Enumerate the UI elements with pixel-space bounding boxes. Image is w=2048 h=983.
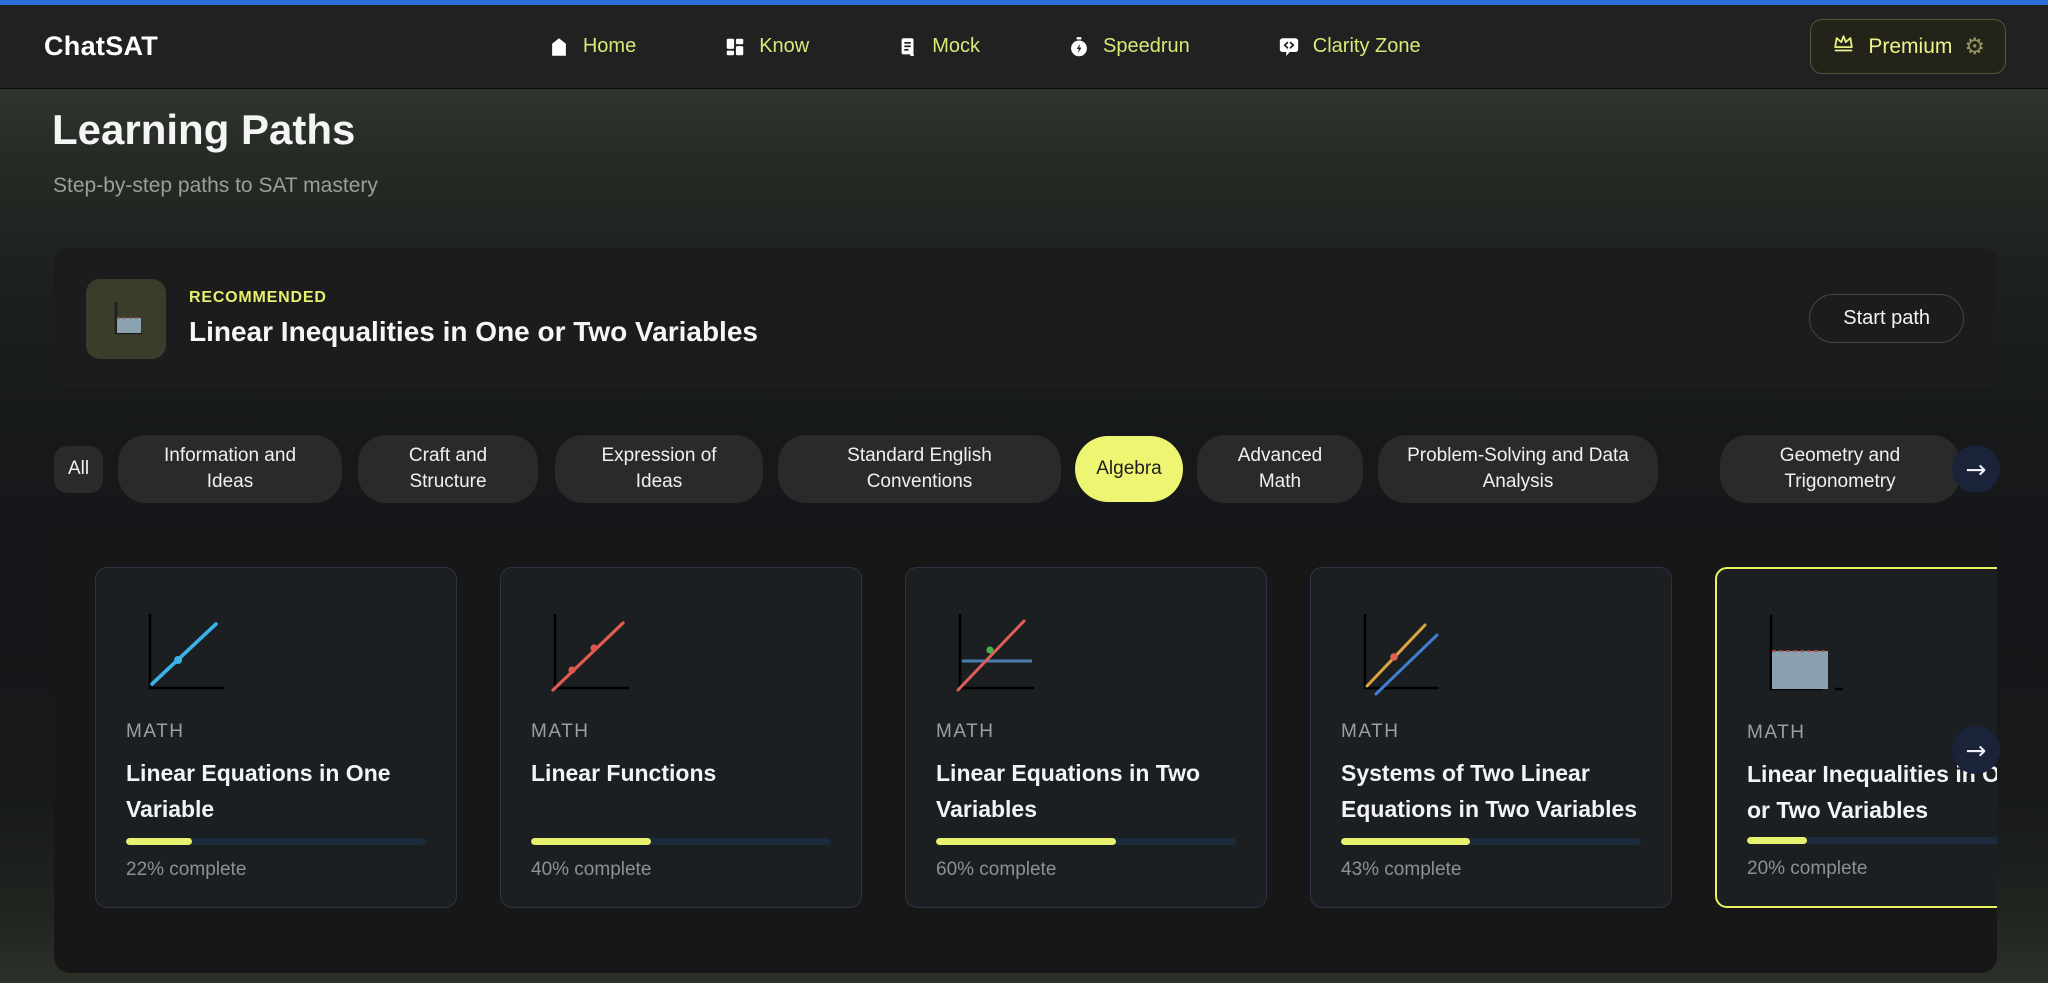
line-chart-red-icon (541, 606, 641, 701)
progress-section: 60% complete (936, 838, 1236, 881)
progress-fill (1341, 838, 1470, 845)
premium-label: Premium (1868, 35, 1952, 59)
arrow-right-icon: → (1966, 736, 1987, 765)
nav-item-label: Speedrun (1103, 35, 1190, 58)
filter-chip-standard-english-conventions[interactable]: Standard English Conventions (778, 435, 1061, 503)
paths-panel: MATH Linear Equations in One Variable 22… (54, 527, 1997, 973)
recommended-eyebrow: RECOMMENDED (189, 289, 758, 307)
card-subject: MATH (936, 721, 1236, 743)
nav-item-label: Clarity Zone (1313, 35, 1421, 58)
card-title: Linear Functions (531, 755, 831, 791)
recommended-banner: RECOMMENDED Linear Inequalities in One o… (54, 248, 1997, 389)
grid-icon (724, 36, 746, 58)
receipt-icon (897, 36, 919, 58)
line-chart-blue-icon (136, 606, 236, 701)
nav-item-mock[interactable]: Mock (897, 35, 980, 58)
progress-section: 22% complete (126, 838, 426, 881)
progress-label: 20% complete (1747, 858, 1997, 880)
brand-logo: ChatSAT (44, 31, 158, 62)
path-card-systems-two-linear-equations[interactable]: MATH Systems of Two Linear Equations in … (1310, 567, 1672, 908)
progress-fill (531, 838, 651, 845)
chips-scroll-right-button[interactable]: → (1952, 445, 2000, 493)
progress-section: 20% complete (1747, 837, 1997, 880)
chat-code-icon (1278, 36, 1300, 58)
nav-item-label: Mock (932, 35, 980, 58)
intersecting-lines-icon (946, 606, 1046, 701)
progress-fill (126, 838, 192, 845)
shaded-region-icon (86, 279, 166, 359)
filter-chip-all[interactable]: All (54, 446, 103, 493)
nav-links: Home Know Mock Speedrun Clarity Zone (158, 35, 1810, 58)
nav-item-label: Home (583, 35, 636, 58)
filter-chip-information-and-ideas[interactable]: Information and Ideas (118, 435, 342, 503)
progress-bar (126, 838, 426, 845)
progress-bar (936, 838, 1236, 845)
filter-chip-advanced-math[interactable]: Advanced Math (1197, 435, 1363, 503)
filter-chip-craft-and-structure[interactable]: Craft and Structure (358, 435, 538, 503)
progress-bar (1747, 837, 1997, 844)
gear-icon[interactable]: ⚙ (1964, 35, 1985, 58)
app-window: ChatSAT Home Know Mock Speedrun Clarity … (0, 0, 2048, 983)
cards-scroll-right-button[interactable]: → (1952, 726, 2000, 774)
progress-bar (1341, 838, 1641, 845)
stopwatch-icon (1068, 36, 1090, 58)
recommended-title: Linear Inequalities in One or Two Variab… (189, 316, 758, 348)
card-subject: MATH (126, 721, 426, 743)
home-icon (548, 36, 570, 58)
path-card-linear-equations-two-variables[interactable]: MATH Linear Equations in Two Variables 6… (905, 567, 1267, 908)
progress-label: 43% complete (1341, 859, 1641, 881)
progress-label: 22% complete (126, 859, 426, 881)
path-card-linear-equations-one-variable[interactable]: MATH Linear Equations in One Variable 22… (95, 567, 457, 908)
filter-chip-algebra-selected[interactable]: Algebra (1075, 436, 1183, 502)
card-title: Linear Equations in One Variable (126, 755, 426, 827)
nav-item-speedrun[interactable]: Speedrun (1068, 35, 1190, 58)
parallel-lines-icon (1351, 606, 1451, 701)
progress-label: 60% complete (936, 859, 1236, 881)
arrow-right-icon: → (1966, 455, 1987, 484)
progress-fill (936, 838, 1116, 845)
page-subtitle: Step-by-step paths to SAT mastery (53, 174, 378, 198)
nav-item-clarity-zone[interactable]: Clarity Zone (1278, 35, 1421, 58)
premium-button[interactable]: Premium ⚙ (1810, 19, 2006, 74)
nav-item-know[interactable]: Know (724, 35, 809, 58)
progress-section: 40% complete (531, 838, 831, 881)
filter-chip-problem-solving-data-analysis[interactable]: Problem-Solving and Data Analysis (1378, 435, 1658, 503)
card-subject: MATH (531, 721, 831, 743)
page-title: Learning Paths (52, 106, 355, 154)
card-title: Linear Equations in Two Variables (936, 755, 1236, 827)
start-path-button[interactable]: Start path (1809, 294, 1964, 343)
path-card-linear-functions[interactable]: MATH Linear Functions 40% complete (500, 567, 862, 908)
card-subject: MATH (1341, 721, 1641, 743)
progress-label: 40% complete (531, 859, 831, 881)
crown-icon (1831, 31, 1856, 62)
progress-fill (1747, 837, 1807, 844)
filter-chip-expression-of-ideas[interactable]: Expression of Ideas (555, 435, 763, 503)
progress-bar (531, 838, 831, 845)
recommended-text-block: RECOMMENDED Linear Inequalities in One o… (189, 289, 758, 348)
filter-chip-geometry-trigonometry[interactable]: Geometry and Trigonometry (1720, 435, 1960, 503)
shaded-region-icon (1757, 607, 1857, 702)
top-nav-bar: ChatSAT Home Know Mock Speedrun Clarity … (0, 5, 2048, 89)
nav-item-label: Know (759, 35, 809, 58)
card-title: Systems of Two Linear Equations in Two V… (1341, 755, 1641, 827)
nav-item-home[interactable]: Home (548, 35, 636, 58)
progress-section: 43% complete (1341, 838, 1641, 881)
filter-chip-row: All Information and Ideas Craft and Stru… (54, 435, 1960, 503)
